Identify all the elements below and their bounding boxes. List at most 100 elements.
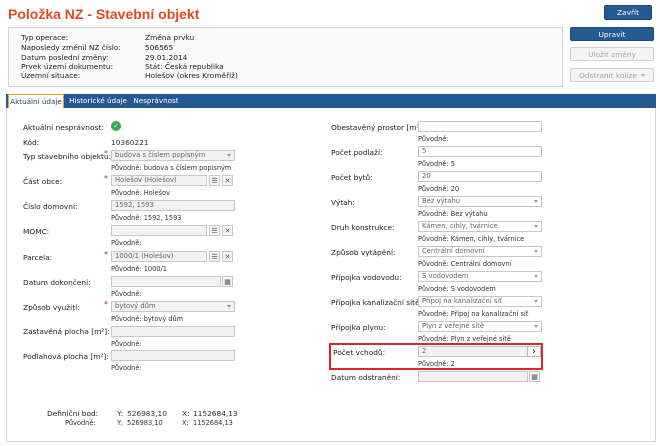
floors-original: Původně: 5: [418, 160, 455, 168]
x-label: X:: [182, 419, 189, 427]
tab-incorrectness[interactable]: Nesprávnost: [132, 94, 180, 108]
completion-date-label: Datum dokončení:: [23, 278, 91, 287]
info-value: Stát: Česká republika: [145, 62, 224, 71]
construction-value: Kámen, cihly, tvárnice: [422, 222, 498, 230]
built-volume-field[interactable]: [418, 121, 542, 132]
list-icon[interactable]: ☰: [209, 225, 220, 236]
elevator-select[interactable]: Bez výtahu: [418, 196, 542, 207]
construction-original: Původně: Kámen, cihly, tvárnice: [418, 235, 525, 243]
check-circle-icon: ✓: [111, 121, 121, 131]
parcel-field[interactable]: 1000/1 (Holešov): [111, 251, 207, 262]
momc-original: Původně:: [111, 239, 142, 247]
info-label: Naposledy změnil NZ číslo:: [21, 43, 121, 52]
original-point-y: 526983,10: [127, 419, 163, 427]
chevron-down-icon: [534, 250, 538, 253]
built-area-field[interactable]: [111, 326, 235, 337]
edit-button[interactable]: Upravit: [570, 27, 654, 41]
close-button[interactable]: Zavřít: [604, 5, 652, 20]
water-connection-original: Původně: S vodovodem: [418, 285, 496, 293]
info-label: Typ operace:: [21, 33, 69, 42]
usage-original: Původně: bytový dům: [111, 315, 184, 323]
entrances-original: Původně: 2: [418, 360, 455, 368]
gas-connection-value: Plyn z veřejné sítě: [422, 322, 485, 330]
gas-connection-select[interactable]: Plyn z veřejné sítě: [418, 321, 542, 332]
save-changes-button[interactable]: Uložit změny: [570, 47, 654, 61]
floor-area-field[interactable]: [111, 350, 235, 361]
removal-date-field[interactable]: [418, 371, 528, 382]
calendar-icon[interactable]: ▦: [529, 371, 540, 382]
definition-point-label: Definiční bod:: [47, 409, 99, 418]
parcel-original: Původně: 1000/1: [111, 265, 167, 273]
municipality-part-field[interactable]: Holešov (Holešov): [111, 175, 207, 186]
gas-connection-label: Přípojka plynu:: [331, 323, 386, 332]
required-marker: *: [104, 149, 108, 158]
floor-area-label: Podlahová plocha [m²]:: [23, 352, 109, 361]
list-icon[interactable]: ☰: [209, 175, 220, 186]
parcel-label: Parcela:: [23, 253, 53, 262]
current-data-panel: Aktuální nesprávnost: ✓ Kód: 10360221 Ty…: [6, 108, 656, 442]
chevron-down-icon: [534, 225, 538, 228]
usage-label: Způsob využití:: [23, 303, 80, 312]
required-marker: *: [104, 174, 108, 183]
usage-select[interactable]: bytový dům: [111, 301, 235, 312]
remove-collision-button[interactable]: Odstranit kolize: [570, 68, 654, 82]
list-icon[interactable]: ☰: [209, 251, 220, 262]
building-type-select[interactable]: budova s číslem popisným: [111, 150, 235, 161]
floors-label: Počet podlaží:: [331, 148, 383, 157]
floor-area-original: Původně:: [111, 364, 142, 372]
chevron-down-icon: [227, 305, 231, 308]
built-area-original: Původně:: [111, 340, 142, 348]
original-point-x: 1152684,13: [193, 419, 233, 427]
elevator-value: Bez výtahu: [422, 197, 461, 205]
building-type-original: Původně: budova s číslem popisným: [111, 164, 232, 172]
sewer-connection-select[interactable]: Přípoj na kanalizační síť: [418, 296, 542, 307]
heating-value: Centrální domovní: [422, 247, 485, 255]
sewer-connection-label: Přípojka kanalizační sítě:: [331, 298, 423, 307]
chevron-down-icon: [534, 300, 538, 303]
required-marker: *: [104, 250, 108, 259]
close-icon[interactable]: ✕: [222, 251, 233, 262]
definition-point-x: 1152684,13: [193, 409, 238, 418]
water-connection-select[interactable]: S vodovodem: [418, 271, 542, 282]
entrances-field[interactable]: 2: [418, 346, 528, 357]
info-label: Datum poslední změny:: [21, 53, 109, 62]
tab-history[interactable]: Historické údaje: [68, 94, 128, 108]
definition-point-original-label: Původně:: [65, 419, 96, 427]
municipality-part-original: Původně: Holešov: [111, 189, 170, 197]
completion-date-field[interactable]: [111, 276, 221, 287]
construction-select[interactable]: Kámen, cihly, tvárnice: [418, 221, 542, 232]
close-icon[interactable]: ✕: [222, 225, 233, 236]
heating-select[interactable]: Centrální domovní: [418, 246, 542, 257]
flats-field[interactable]: 20: [418, 171, 542, 182]
tab-bar: Aktuální údaje Historické údaje Nesprávn…: [6, 94, 656, 108]
building-type-value: budova s číslem popisným: [115, 151, 206, 159]
momc-field[interactable]: [111, 225, 207, 236]
flats-original: Původně: 20: [418, 185, 460, 193]
sewer-connection-value: Přípoj na kanalizační síť: [422, 297, 502, 305]
info-value: Holešov (okres Kroměříž): [145, 71, 238, 80]
momc-label: MOMC:: [23, 227, 50, 236]
built-area-label: Zastavěná plocha [m²]:: [23, 327, 110, 336]
built-volume-original: Původně:: [418, 135, 449, 143]
info-value: 29.01.2014: [145, 53, 188, 62]
incorrectness-label: Aktuální nesprávnost:: [23, 123, 104, 132]
code-label: Kód:: [23, 138, 40, 147]
chevron-down-icon: [640, 73, 645, 77]
removal-date-label: Datum odstranění:: [331, 373, 401, 382]
water-connection-value: S vodovodem: [422, 272, 469, 280]
house-number-field[interactable]: 1592, 1593: [111, 200, 235, 211]
chevron-down-icon: [534, 200, 538, 203]
house-number-original: Původně: 1592, 1593: [111, 214, 182, 222]
chevron-right-icon[interactable]: ›: [527, 346, 541, 357]
info-value: Změna prvku: [145, 33, 195, 42]
close-icon[interactable]: ✕: [222, 175, 233, 186]
info-label: Prvek území dokumentu:: [21, 62, 114, 71]
floors-field[interactable]: 5: [418, 146, 542, 157]
calendar-icon[interactable]: ▦: [222, 276, 233, 287]
remove-collision-label: Odstranit kolize: [579, 70, 637, 80]
elevator-label: Výtah:: [331, 198, 355, 207]
tab-current-data[interactable]: Aktuální údaje: [8, 94, 64, 108]
house-number-label: Číslo domovní:: [23, 202, 78, 211]
chevron-down-icon: [534, 325, 538, 328]
flats-label: Počet bytů:: [331, 173, 373, 182]
